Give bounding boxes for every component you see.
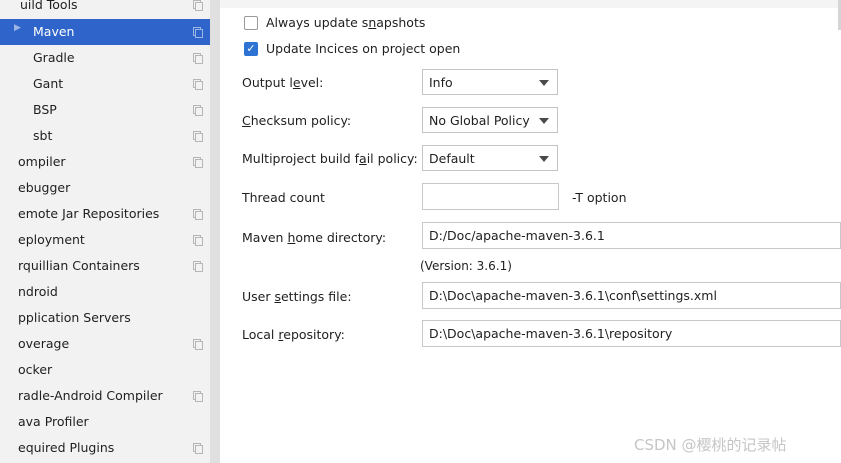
multiproject-fail-policy-dropdown[interactable]: Default <box>422 145 558 171</box>
user-settings-label: User settings file: <box>242 289 352 304</box>
tree-item-java-profiler[interactable]: ava Profiler <box>0 409 210 435</box>
checkbox-label: Update Incices on project open <box>266 41 461 56</box>
expand-arrow-icon: ▶ <box>14 23 21 33</box>
tree-item-label: BSP <box>33 102 57 117</box>
tree-item-compiler[interactable]: ompiler <box>0 149 210 175</box>
project-scope-icon <box>193 235 203 246</box>
tree-item-docker[interactable]: ocker <box>0 357 210 383</box>
dropdown-value: No Global Policy <box>429 113 530 128</box>
tree-item-label: ompiler <box>18 154 66 169</box>
thread-count-hint: -T option <box>572 190 627 205</box>
multiproject-fail-policy-label: Multiproject build fail policy: <box>242 151 418 166</box>
checkbox-label: Always update snapshots <box>266 15 426 30</box>
tree-item-label: ebugger <box>18 180 71 195</box>
local-repository-label: Local repository: <box>242 327 345 342</box>
tree-item-label: emote Jar Repositories <box>18 206 160 221</box>
input-value: D:\Doc\apache-maven-3.6.1\repository <box>429 326 673 341</box>
tree-item-label: Gradle <box>33 50 75 65</box>
project-scope-icon <box>193 131 203 142</box>
project-scope-icon <box>193 53 203 64</box>
project-scope-icon <box>193 105 203 116</box>
tree-item-application-servers[interactable]: pplication Servers <box>0 305 210 331</box>
tree-item-label: rquillian Containers <box>18 258 140 273</box>
dropdown-value: Default <box>429 151 475 166</box>
tree-item-arquillian-containers[interactable]: rquillian Containers <box>0 253 210 279</box>
project-scope-icon <box>193 261 203 272</box>
checksum-policy-dropdown[interactable]: No Global Policy <box>422 107 558 133</box>
project-scope-icon <box>193 339 203 350</box>
tree-item-label: Gant <box>33 76 64 91</box>
project-scope-icon <box>193 0 203 11</box>
chevron-down-icon <box>539 156 549 162</box>
tree-item-label: uild Tools <box>20 0 78 12</box>
tree-item-deployment[interactable]: eployment <box>0 227 210 253</box>
output-level-label: Output level: <box>242 75 324 90</box>
tree-item-android[interactable]: ndroid <box>0 279 210 305</box>
splitter[interactable] <box>210 0 220 463</box>
tree-item-label: ndroid <box>18 284 58 299</box>
tree-item-label: ocker <box>18 362 53 377</box>
project-scope-icon <box>193 27 203 38</box>
maven-home-label: Maven home directory: <box>242 230 387 245</box>
project-scope-icon <box>193 157 203 168</box>
tree-item-build-tools[interactable]: uild Tools <box>0 0 210 18</box>
thread-count-label: Thread count <box>242 190 325 205</box>
maven-home-input[interactable]: D:/Doc/apache-maven-3.6.1 <box>422 222 841 249</box>
panel-header-strip <box>220 0 841 8</box>
project-scope-icon <box>193 209 203 220</box>
project-scope-icon <box>193 391 203 402</box>
checkbox-box[interactable] <box>244 15 258 30</box>
dropdown-value: Info <box>429 75 453 90</box>
tree-item-required-plugins[interactable]: equired Plugins <box>0 435 210 461</box>
tree-item-bsp[interactable]: BSP <box>0 97 210 123</box>
always-update-snapshots-checkbox[interactable]: Always update snapshots <box>244 15 425 30</box>
input-value: D:/Doc/apache-maven-3.6.1 <box>429 228 605 243</box>
tree-item-label: ava Profiler <box>18 414 89 429</box>
tree-item-label: Maven <box>33 24 75 39</box>
tree-item-gant[interactable]: Gant <box>0 71 210 97</box>
tree-item-label: equired Plugins <box>18 440 115 455</box>
checkmark-icon[interactable]: ✓ <box>244 41 258 56</box>
tree-item-debugger[interactable]: ebugger <box>0 175 210 201</box>
tree-item-label: sbt <box>33 128 53 143</box>
maven-version-text: (Version: 3.6.1) <box>420 259 512 273</box>
input-value: D:\Doc\apache-maven-3.6.1\conf\settings.… <box>429 288 717 303</box>
tree-item-label: pplication Servers <box>18 310 131 325</box>
tree-item-remote-jar-repositories[interactable]: emote Jar Repositories <box>0 201 210 227</box>
project-scope-icon <box>193 79 203 90</box>
tree-item-label: overage <box>18 336 70 351</box>
tree-item-gradle[interactable]: Gradle <box>0 45 210 71</box>
watermark: CSDN @樱桃的记录帖 <box>634 436 787 454</box>
tree-item-maven[interactable]: ▶ Maven <box>0 19 210 45</box>
update-indices-checkbox[interactable]: ✓ Update Incices on project open <box>244 41 460 56</box>
chevron-down-icon <box>539 80 549 86</box>
project-scope-icon <box>193 443 203 454</box>
output-level-dropdown[interactable]: Info <box>422 69 558 95</box>
tree-item-gradle-android-compiler[interactable]: radle-Android Compiler <box>0 383 210 409</box>
tree-item-sbt[interactable]: sbt <box>0 123 210 149</box>
chevron-down-icon <box>539 118 549 124</box>
user-settings-input[interactable]: D:\Doc\apache-maven-3.6.1\conf\settings.… <box>422 282 841 309</box>
checksum-policy-label: Checksum policy: <box>242 113 352 128</box>
tree-item-label: radle-Android Compiler <box>18 388 163 403</box>
tree-item-label: eployment <box>18 232 85 247</box>
local-repository-input[interactable]: D:\Doc\apache-maven-3.6.1\repository <box>422 320 841 347</box>
tree-item-coverage[interactable]: overage <box>0 331 210 357</box>
settings-tree: uild Tools ▶ Maven Gradle Gant BSP sbt o… <box>0 0 210 463</box>
thread-count-input[interactable] <box>422 183 559 210</box>
